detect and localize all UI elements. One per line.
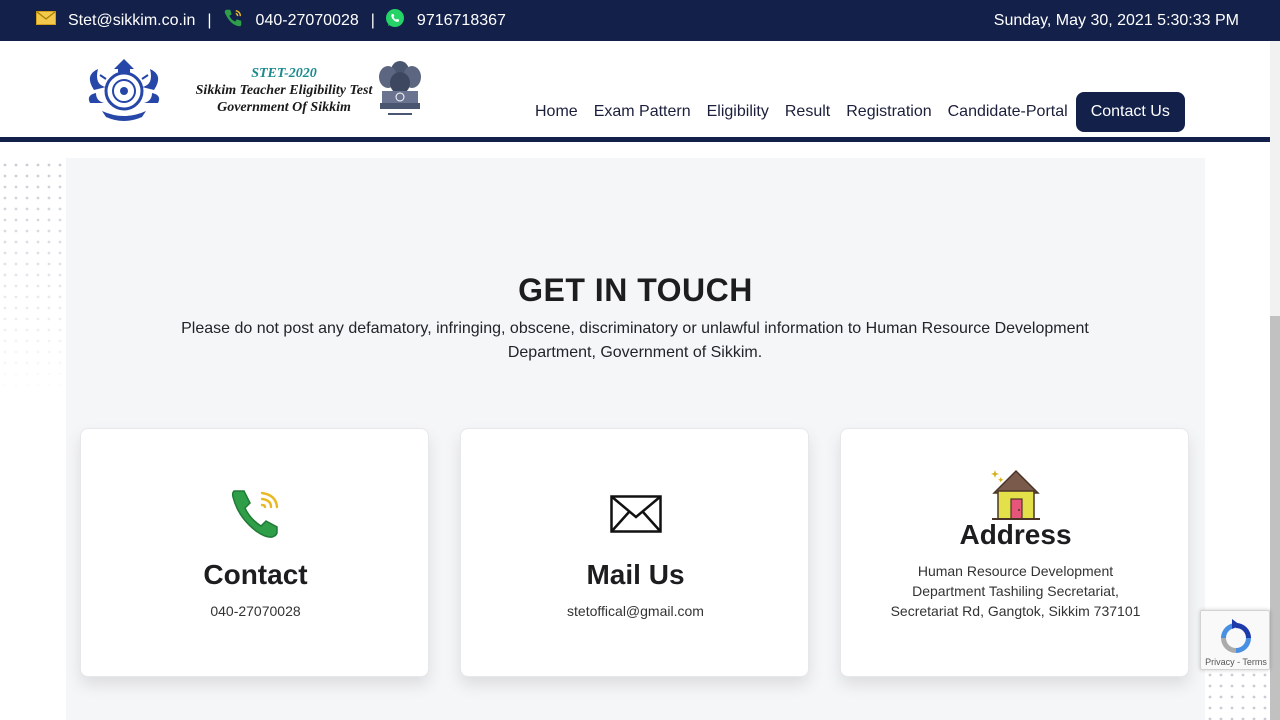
phone-icon	[81, 485, 430, 541]
dot-pattern-decoration	[1205, 670, 1270, 720]
top-whatsapp-text[interactable]: 9716718367	[417, 12, 506, 30]
contact-card: Contact 040-27070028	[80, 428, 429, 677]
whatsapp-icon	[385, 8, 405, 33]
separator: |	[207, 11, 212, 29]
top-email-text[interactable]: Stet@sikkim.co.in	[68, 12, 195, 30]
sikkim-emblem-icon	[84, 55, 164, 125]
nav-contact-us[interactable]: Contact Us	[1075, 92, 1185, 132]
top-contact-info: Stet@sikkim.co.in | 040-27070028 | 97167…	[36, 0, 506, 41]
datetime-text: Sunday, May 30, 2021 5:30:33 PM	[993, 11, 1239, 29]
contact-card-detail[interactable]: 040-27070028	[81, 601, 430, 621]
main-navbar: STET-2020 Sikkim Teacher Eligibility Tes…	[0, 41, 1270, 138]
section-heading: GET IN TOUCH	[518, 272, 753, 308]
address-card-title: Address	[959, 519, 1072, 550]
mail-card-title: Mail Us	[586, 559, 685, 590]
nav-eligibility[interactable]: Eligibility	[699, 92, 777, 132]
mail-card-detail[interactable]: stetoffical@gmail.com	[461, 601, 810, 621]
contact-section: GET IN TOUCH Please do not post any defa…	[66, 158, 1205, 720]
site-logo[interactable]: STET-2020 Sikkim Teacher Eligibility Tes…	[84, 55, 429, 127]
top-phone-text[interactable]: 040-27070028	[256, 12, 359, 30]
mail-icon	[36, 11, 56, 30]
page-scrollbar[interactable]	[1270, 41, 1280, 720]
dot-pattern-decoration	[0, 160, 66, 400]
recaptcha-icon	[1216, 619, 1256, 662]
phone-icon	[222, 7, 244, 34]
separator: |	[370, 11, 375, 29]
nav-registration[interactable]: Registration	[838, 92, 939, 132]
address-card: Address Human Resource Development Depar…	[840, 428, 1189, 677]
top-contact-bar: Stet@sikkim.co.in | 040-27070028 | 97167…	[0, 0, 1280, 41]
top-email[interactable]: Stet@sikkim.co.in	[36, 11, 195, 30]
nav-menu: Home Exam Pattern Eligibility Result Reg…	[527, 92, 1185, 132]
nav-home[interactable]: Home	[527, 92, 586, 132]
top-datetime: Sunday, May 30, 2021 5:30:33 PM	[994, 0, 1239, 41]
mail-card: Mail Us stetoffical@gmail.com	[460, 428, 809, 677]
logo-line-1: STET-2020	[251, 66, 317, 81]
address-card-detail: Human Resource Development Department Ta…	[890, 563, 1141, 619]
recaptcha-links[interactable]: Privacy - Terms	[1201, 657, 1271, 667]
recaptcha-badge[interactable]: Privacy - Terms	[1200, 610, 1270, 670]
house-icon	[841, 467, 1190, 521]
navbar-divider	[0, 137, 1270, 142]
logo-line-2: Sikkim Teacher Eligibility Test	[195, 83, 373, 98]
top-whatsapp[interactable]: 9716718367	[385, 8, 506, 33]
section-subtext: Please do not post any defamatory, infri…	[181, 320, 1089, 361]
nav-exam-pattern[interactable]: Exam Pattern	[586, 92, 699, 132]
logo-text: STET-2020 Sikkim Teacher Eligibility Tes…	[170, 65, 398, 116]
logo-line-3: Government Of Sikkim	[217, 100, 351, 115]
scrollbar-thumb[interactable]	[1270, 316, 1280, 720]
ashoka-emblem-icon	[374, 57, 426, 125]
contact-card-title: Contact	[203, 559, 308, 590]
nav-result[interactable]: Result	[777, 92, 838, 132]
nav-candidate-portal[interactable]: Candidate-Portal	[940, 92, 1076, 132]
envelope-icon	[461, 495, 810, 533]
top-phone[interactable]: 040-27070028	[222, 7, 359, 34]
